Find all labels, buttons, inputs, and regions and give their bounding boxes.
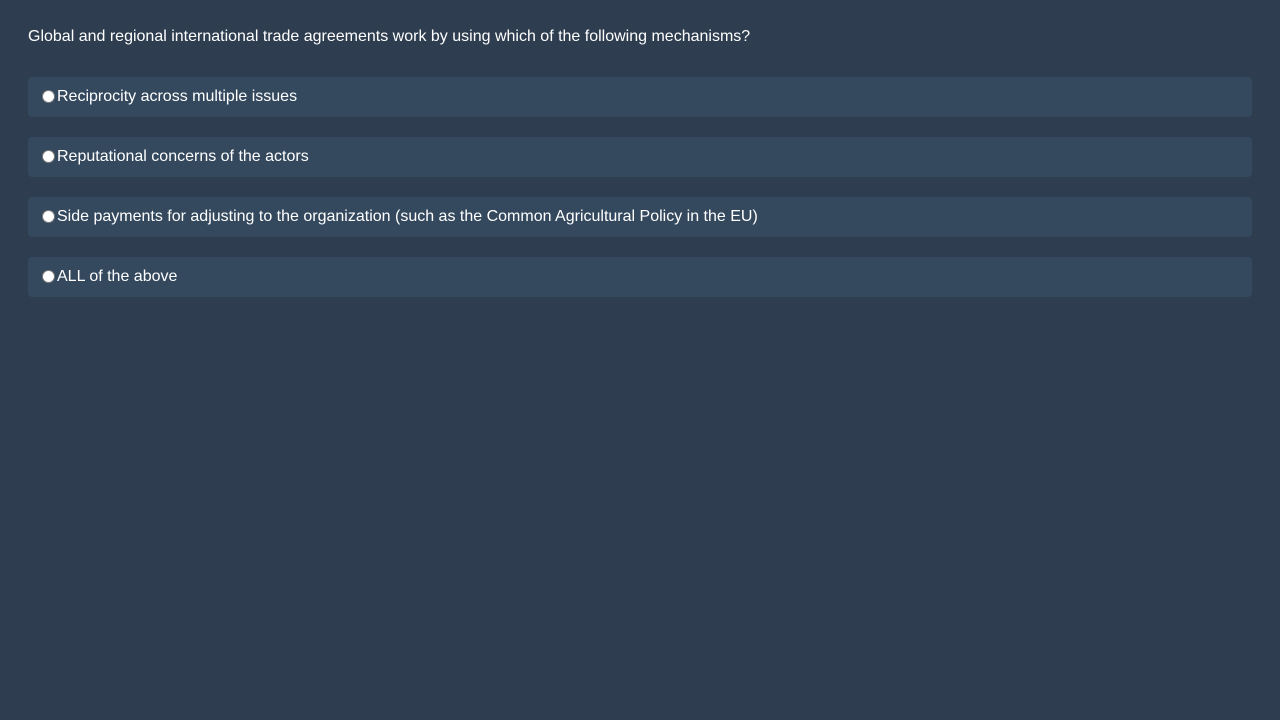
answer-radio-all[interactable] xyxy=(42,269,55,283)
answer-option-all[interactable]: ALL of the above xyxy=(28,257,1252,297)
question-text: Global and regional international trade … xyxy=(28,28,751,45)
answer-label: Side payments for adjusting to the organ… xyxy=(57,208,758,225)
answer-radio-reputational[interactable] xyxy=(42,149,55,163)
answer-option-reputational[interactable]: Reputational concerns of the actors xyxy=(28,137,1252,177)
answer-option-reciprocity[interactable]: Reciprocity across multiple issues xyxy=(28,77,1252,117)
answer-label: ALL of the above xyxy=(57,268,178,285)
answer-radio-side-payments[interactable] xyxy=(42,209,55,223)
answer-label: Reciprocity across multiple issues xyxy=(57,88,298,105)
answer-option-side-payments[interactable]: Side payments for adjusting to the organ… xyxy=(28,197,1252,237)
answer-label: Reputational concerns of the actors xyxy=(57,148,309,165)
answer-radio-reciprocity[interactable] xyxy=(42,89,55,103)
